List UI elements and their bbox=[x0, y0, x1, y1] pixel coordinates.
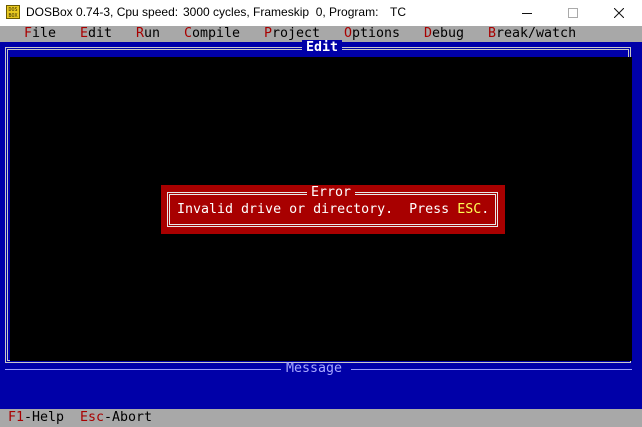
menu-debug-hotkey: D bbox=[424, 26, 433, 41]
menu-edit-label: dit bbox=[88, 26, 113, 41]
error-dialog-title: Error bbox=[307, 185, 356, 201]
menu-project-hotkey: P bbox=[264, 26, 273, 41]
dos-screen[interactable]: File Edit Run Compile Project Options De… bbox=[0, 26, 642, 427]
error-dialog: Error Invalid drive or directory. Press … bbox=[161, 185, 505, 234]
menu-break-watch-label: reak/watch bbox=[496, 26, 577, 41]
maximize-icon bbox=[568, 8, 578, 18]
menu-file-label: ile bbox=[32, 26, 57, 41]
menu-run-hotkey: R bbox=[136, 26, 145, 41]
message-window-border-right bbox=[351, 369, 632, 370]
minimize-button[interactable] bbox=[504, 0, 550, 26]
menu-options-label: ptions bbox=[352, 26, 401, 41]
status-abort-hotkey: Esc bbox=[80, 410, 105, 425]
menu-debug[interactable]: Debug bbox=[424, 26, 464, 42]
menu-compile-label: ompile bbox=[192, 26, 241, 41]
menu-break-watch[interactable]: Break/watch bbox=[488, 26, 576, 42]
menu-edit[interactable]: Edit bbox=[80, 26, 112, 42]
menu-project-label: roject bbox=[272, 26, 321, 41]
title-program-text: TC bbox=[390, 5, 406, 19]
menu-file[interactable]: File bbox=[24, 26, 56, 42]
menu-file-hotkey: F bbox=[24, 26, 33, 41]
menu-debug-label: ebug bbox=[432, 26, 465, 41]
title-cycles-text: 3000 cycles, Frameskip 0, Program: bbox=[183, 5, 379, 19]
error-message-suffix: . bbox=[481, 202, 490, 217]
dosbox-app-icon[interactable]: DOS BOX bbox=[6, 5, 20, 19]
esc-key-label: ESC bbox=[457, 202, 482, 217]
menu-options[interactable]: Options bbox=[344, 26, 400, 42]
close-button[interactable] bbox=[596, 0, 642, 26]
message-window-border-left bbox=[5, 369, 281, 370]
error-message: Invalid drive or directory. Press ESC. bbox=[177, 202, 489, 218]
status-bar: F1-Help Esc-Abort bbox=[0, 409, 642, 427]
menu-compile[interactable]: Compile bbox=[184, 26, 240, 42]
title-app-text: DOSBox 0.74-3, Cpu speed: bbox=[26, 5, 179, 19]
menu-run-label: un bbox=[144, 26, 161, 41]
menu-run[interactable]: Run bbox=[136, 26, 160, 42]
status-abort-label: -Abort bbox=[104, 410, 153, 425]
menu-compile-hotkey: C bbox=[184, 26, 193, 41]
error-message-text: Invalid drive or directory. Press bbox=[177, 202, 458, 217]
menu-options-hotkey: O bbox=[344, 26, 353, 41]
close-icon bbox=[614, 8, 624, 18]
message-window-title: Message bbox=[286, 361, 343, 376]
status-help-label: -Help bbox=[24, 410, 65, 425]
window-title-bar[interactable]: DOS BOX DOSBox 0.74-3, Cpu speed: 3000 c… bbox=[0, 0, 642, 26]
status-abort[interactable]: Esc-Abort bbox=[80, 410, 152, 426]
status-help[interactable]: F1-Help bbox=[8, 410, 64, 426]
menu-edit-hotkey: E bbox=[80, 26, 89, 41]
menu-break-watch-hotkey: B bbox=[488, 26, 497, 41]
minimize-icon bbox=[522, 13, 532, 14]
edit-window-title: Edit bbox=[302, 40, 343, 56]
app-icon-text: DOS BOX bbox=[8, 7, 18, 19]
maximize-button[interactable] bbox=[550, 0, 596, 26]
status-help-hotkey: F1 bbox=[8, 410, 25, 425]
